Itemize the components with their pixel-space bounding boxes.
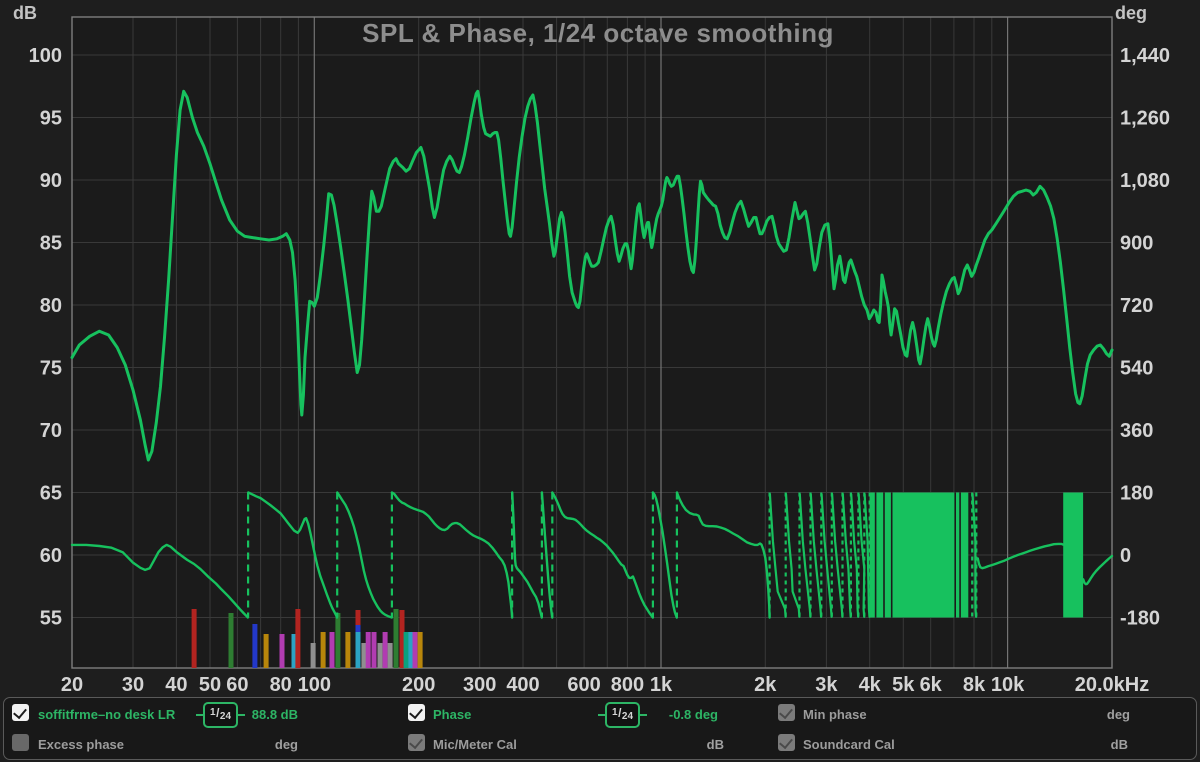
soundcard-cal-label: Soundcard Cal [803, 737, 895, 752]
mic-meter-cal-label: Mic/Meter Cal [433, 737, 517, 752]
svg-text:100: 100 [29, 45, 62, 67]
svg-text:55: 55 [40, 608, 62, 630]
svg-text:65: 65 [40, 483, 62, 505]
fraction-slash-icon: / [618, 706, 621, 720]
min-phase-checkbox[interactable] [778, 704, 795, 721]
smoothing-lead-icon [196, 714, 203, 716]
svg-text:20: 20 [61, 674, 83, 696]
svg-text:800: 800 [611, 674, 644, 696]
excess-phase-unit: deg [275, 737, 298, 752]
mic-meter-cal-checkbox[interactable] [408, 734, 425, 751]
svg-text:1,260: 1,260 [1120, 108, 1170, 130]
phase-smoothing-button[interactable]: 1/24 [598, 702, 647, 728]
svg-text:720: 720 [1120, 295, 1153, 317]
svg-text:540: 540 [1120, 358, 1153, 380]
excess-phase-label: Excess phase [38, 737, 124, 752]
svg-text:900: 900 [1120, 233, 1153, 255]
svg-text:8k: 8k [963, 674, 986, 696]
svg-text:20.0kHz: 20.0kHz [1075, 674, 1150, 696]
smoothing-numerator: 1 [612, 707, 618, 718]
measurement-label[interactable]: soffitfrme–no desk LR [38, 707, 175, 722]
svg-text:95: 95 [40, 108, 62, 130]
svg-text:4k: 4k [859, 674, 882, 696]
svg-text:600: 600 [567, 674, 600, 696]
soundcard-cal-checkbox[interactable] [778, 734, 795, 751]
svg-text:60: 60 [226, 674, 248, 696]
svg-text:90: 90 [40, 170, 62, 192]
svg-text:60: 60 [40, 545, 62, 567]
left-axis-unit: dB [13, 3, 37, 24]
svg-text:80: 80 [270, 674, 292, 696]
chart-title: SPL & Phase, 1/24 octave smoothing [362, 18, 834, 49]
svg-text:70: 70 [40, 420, 62, 442]
svg-text:5k: 5k [892, 674, 915, 696]
spl-level-value: 88.8 dB [252, 707, 298, 722]
svg-text:1,440: 1,440 [1120, 45, 1170, 67]
svg-text:10k: 10k [991, 674, 1025, 696]
excess-phase-checkbox[interactable] [12, 734, 29, 751]
svg-text:75: 75 [40, 358, 62, 380]
smoothing-lead-icon [598, 714, 605, 716]
svg-text:50: 50 [199, 674, 221, 696]
svg-text:3k: 3k [815, 674, 838, 696]
svg-text:-180: -180 [1120, 608, 1160, 630]
phase-checkbox[interactable] [408, 704, 425, 721]
spl-phase-app: 100 95 90 85 80 75 70 65 60 55 1,440 1,260 1,080 900 7… [0, 0, 1200, 762]
smoothing-lead-icon [238, 714, 245, 716]
svg-text:1k: 1k [650, 674, 673, 696]
smoothing-numerator: 1 [210, 707, 216, 718]
svg-text:200: 200 [402, 674, 435, 696]
svg-text:300: 300 [463, 674, 496, 696]
svg-text:85: 85 [40, 233, 62, 255]
svg-text:0: 0 [1120, 545, 1131, 567]
spl-smoothing-button[interactable]: 1/24 [196, 702, 245, 728]
smoothing-denominator: 24 [220, 711, 231, 722]
phase-value: -0.8 deg [669, 707, 718, 722]
chart-plot-area[interactable]: 100 95 90 85 80 75 70 65 60 55 1,440 1,260 1,080 900 7… [0, 0, 1200, 700]
svg-text:1,080: 1,080 [1120, 170, 1170, 192]
svg-text:2k: 2k [754, 674, 777, 696]
soundcard-cal-unit: dB [1111, 737, 1128, 752]
measurement-checkbox[interactable] [12, 704, 29, 721]
svg-text:6k: 6k [920, 674, 943, 696]
min-phase-label: Min phase [803, 707, 867, 722]
svg-text:80: 80 [40, 295, 62, 317]
mic-meter-cal-unit: dB [707, 737, 724, 752]
svg-text:100: 100 [298, 674, 331, 696]
smoothing-denominator: 24 [622, 711, 633, 722]
svg-text:360: 360 [1120, 420, 1153, 442]
svg-text:400: 400 [506, 674, 539, 696]
svg-text:30: 30 [122, 674, 144, 696]
fraction-slash-icon: / [216, 706, 219, 720]
phase-label[interactable]: Phase [433, 707, 471, 722]
min-phase-unit: deg [1107, 707, 1130, 722]
svg-text:40: 40 [165, 674, 187, 696]
right-axis-unit: deg [1115, 3, 1147, 24]
smoothing-lead-icon [640, 714, 647, 716]
svg-text:180: 180 [1120, 483, 1153, 505]
